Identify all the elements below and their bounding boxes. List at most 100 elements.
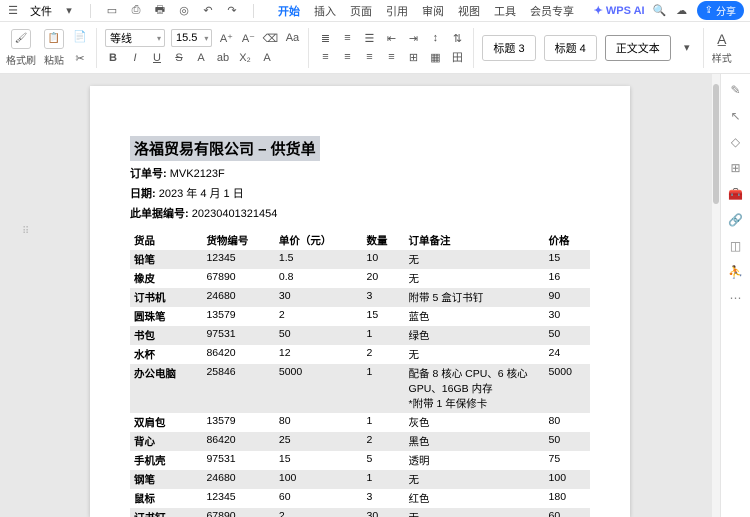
table-cell: 钢笔 xyxy=(130,470,202,489)
style-pane-icon[interactable]: A̲ xyxy=(714,31,730,47)
shading-icon[interactable]: ▦ xyxy=(427,49,443,65)
drag-handle-icon[interactable]: ⠿ xyxy=(22,226,27,237)
table-cell: 透明 xyxy=(405,451,545,470)
font-more-icon[interactable]: A xyxy=(259,50,275,66)
share-button[interactable]: ⇪ 分享 xyxy=(697,1,744,20)
table-cell: 无 xyxy=(405,508,545,517)
component-icon[interactable]: ⊞ xyxy=(728,160,744,176)
style-heading4[interactable]: 标题 4 xyxy=(544,35,597,61)
toolbox-icon[interactable]: 🧰 xyxy=(728,186,744,202)
table-cell: 鼠标 xyxy=(130,489,202,508)
line-spacing-icon[interactable]: ↕ xyxy=(427,30,443,46)
copy-icon[interactable]: 📄 xyxy=(72,29,88,45)
multilevel-icon[interactable]: ☰ xyxy=(361,30,377,46)
font-size-select[interactable]: 15.5 xyxy=(171,29,212,47)
menu-icon[interactable]: ☰ xyxy=(6,4,20,18)
wpsai-button[interactable]: ✦ WPS AI xyxy=(594,4,645,17)
cloud-icon[interactable]: ☁ xyxy=(675,4,689,18)
increase-indent-icon[interactable]: ⇥ xyxy=(405,30,421,46)
table-cell: 80 xyxy=(275,413,363,432)
change-case-icon[interactable]: Aa xyxy=(284,30,300,46)
table-cell: 20 xyxy=(363,269,405,288)
redo-icon[interactable]: ↷ xyxy=(225,4,239,18)
increase-font-icon[interactable]: A⁺ xyxy=(218,30,234,46)
shapes-icon[interactable]: ◇ xyxy=(728,134,744,150)
align-justify-icon[interactable]: ≡ xyxy=(383,49,399,65)
font-name-select[interactable]: 等线 xyxy=(105,29,165,47)
table-cell: 5000 xyxy=(545,364,590,413)
table-cell: 2 xyxy=(275,508,363,517)
th-qty: 数量 xyxy=(363,231,405,250)
tab-member[interactable]: 会员专享 xyxy=(530,3,574,19)
object-icon[interactable]: ◫ xyxy=(728,238,744,254)
clipboard-extra: 📄 ✂ xyxy=(72,29,88,67)
table-cell: 30 xyxy=(275,288,363,307)
table-cell: 100 xyxy=(545,470,590,489)
table-cell: 30 xyxy=(363,508,405,517)
tab-insert[interactable]: 插入 xyxy=(314,3,336,19)
undo-icon[interactable]: ↶ xyxy=(201,4,215,18)
distribute-icon[interactable]: ⊞ xyxy=(405,49,421,65)
bold-icon[interactable]: B xyxy=(105,50,121,66)
font-color-icon[interactable]: A xyxy=(193,50,209,66)
highlight-icon[interactable]: ab xyxy=(215,50,231,66)
vertical-scrollbar[interactable] xyxy=(712,74,720,517)
scrollbar-thumb[interactable] xyxy=(713,84,719,204)
align-left-icon[interactable]: ≡ xyxy=(317,49,333,65)
cursor-icon[interactable]: ↖ xyxy=(728,108,744,124)
underline-icon[interactable]: U xyxy=(149,50,165,66)
table-cell: 13579 xyxy=(202,307,274,326)
align-right-icon[interactable]: ≡ xyxy=(361,49,377,65)
table-cell: 50 xyxy=(545,432,590,451)
table-cell: 10 xyxy=(363,250,405,269)
table-row: 订书机24680303附带 5 盒订书钉90 xyxy=(130,288,590,307)
clear-format-icon[interactable]: ⌫ xyxy=(262,30,278,46)
print-icon[interactable]: 🖶 xyxy=(153,4,167,18)
search-icon[interactable]: 🔍 xyxy=(653,4,667,18)
doc-title[interactable]: 洛福贸易有限公司 – 供货单 xyxy=(130,136,320,161)
table-cell: 手机壳 xyxy=(130,451,202,470)
table-cell: 12 xyxy=(275,345,363,364)
subscript-icon[interactable]: X₂ xyxy=(237,50,253,66)
document-workspace: ⠿ 洛福贸易有限公司 – 供货单 订单号: MVK2123F 日期: 2023 … xyxy=(0,74,720,517)
strike-icon[interactable]: S xyxy=(171,50,187,66)
file-menu[interactable]: 文件 xyxy=(30,3,52,19)
paste-icon[interactable]: 📋 xyxy=(44,29,64,49)
table-cell: 5 xyxy=(363,451,405,470)
tab-view[interactable]: 视图 xyxy=(458,3,480,19)
more-icon[interactable]: ⋯ xyxy=(728,290,744,306)
table-cell: 50 xyxy=(545,326,590,345)
table-cell: 12345 xyxy=(202,489,274,508)
align-center-icon[interactable]: ≡ xyxy=(339,49,355,65)
cut-icon[interactable]: ✂ xyxy=(72,51,88,67)
caret-down-icon[interactable]: ▾ xyxy=(62,4,76,18)
pen-icon[interactable]: ✎ xyxy=(728,82,744,98)
format-painter-group: 🖌 格式刷 xyxy=(6,29,36,67)
tab-references[interactable]: 引用 xyxy=(386,3,408,19)
decrease-font-icon[interactable]: A⁻ xyxy=(240,30,256,46)
table-cell: 黑色 xyxy=(405,432,545,451)
table-cell: 24680 xyxy=(202,470,274,489)
format-painter-icon[interactable]: 🖌 xyxy=(11,29,31,49)
save-icon[interactable]: ⎙ xyxy=(129,4,143,18)
link-icon[interactable]: 🔗 xyxy=(728,212,744,228)
preview-icon[interactable]: ◎ xyxy=(177,4,191,18)
new-icon[interactable]: ▭ xyxy=(105,4,119,18)
styles-expand-icon[interactable]: ▾ xyxy=(679,40,695,56)
style-body[interactable]: 正文文本 xyxy=(605,35,671,61)
person-icon[interactable]: ⛹ xyxy=(728,264,744,280)
th-item: 货品 xyxy=(130,231,202,250)
tab-page[interactable]: 页面 xyxy=(350,3,372,19)
numbering-icon[interactable]: ≡ xyxy=(339,30,355,46)
style-heading3[interactable]: 标题 3 xyxy=(482,35,535,61)
borders-icon[interactable]: 田 xyxy=(449,49,465,65)
table-cell: 无 xyxy=(405,470,545,489)
bullets-icon[interactable]: ≣ xyxy=(317,30,333,46)
italic-icon[interactable]: I xyxy=(127,50,143,66)
table-cell: 25 xyxy=(275,432,363,451)
tab-tools[interactable]: 工具 xyxy=(494,3,516,19)
sort-icon[interactable]: ⇅ xyxy=(449,30,465,46)
tab-home[interactable]: 开始 xyxy=(278,3,300,19)
tab-review[interactable]: 审阅 xyxy=(422,3,444,19)
decrease-indent-icon[interactable]: ⇤ xyxy=(383,30,399,46)
